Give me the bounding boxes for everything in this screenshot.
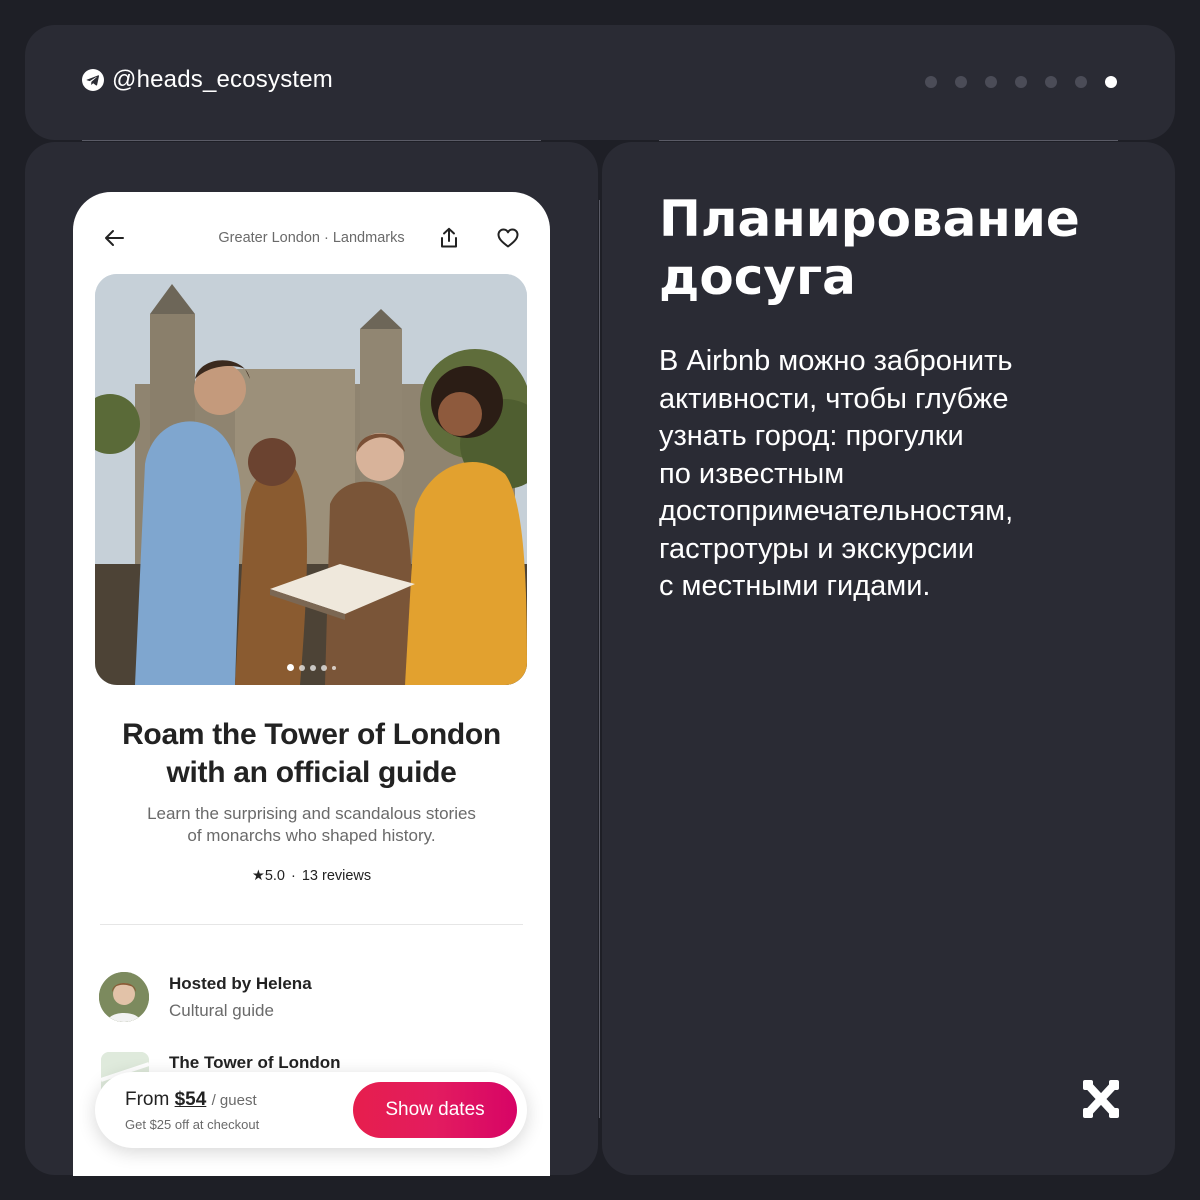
title-line-1: Roam the Tower of London (122, 718, 501, 751)
host-avatar[interactable] (99, 972, 149, 1022)
body-line: В Airbnb можно забронить (659, 345, 1013, 377)
host-portrait (99, 972, 149, 1022)
host-name[interactable]: Hosted by Helena (169, 974, 312, 994)
rating-separator: · (291, 868, 296, 884)
experience-title: Roam the Tower of London with an officia… (93, 716, 530, 792)
price-line: From $54 / guest (125, 1089, 257, 1111)
photo-dot[interactable] (286, 664, 294, 671)
show-dates-button[interactable]: Show dates (353, 1082, 517, 1138)
content-divider (100, 924, 523, 925)
body-line: гастротуры и экскурсии (659, 532, 975, 565)
pagination-dot[interactable] (1045, 76, 1057, 88)
heart-icon[interactable] (497, 228, 519, 248)
subtitle-line-1: Learn the surprising and scandalous stor… (147, 804, 476, 823)
body-line: с местными гидами. (659, 570, 931, 602)
subtitle-line-2: of monarchs who shaped history. (187, 826, 436, 845)
pagination-dots[interactable] (925, 76, 1117, 88)
divider-left (82, 140, 541, 141)
experience-photo[interactable] (95, 274, 527, 685)
body-line: активности, чтобы глубже (659, 382, 1009, 415)
heading-line-1: Планирование (659, 190, 1080, 248)
breadcrumb[interactable]: Greater London · Landmarks (73, 230, 550, 246)
brand-logo-icon (1083, 1080, 1119, 1118)
photo-dot[interactable] (309, 664, 316, 671)
pagination-dot[interactable] (955, 76, 967, 88)
photo-carousel-dots[interactable] (95, 664, 527, 671)
pagination-dot[interactable] (985, 76, 997, 88)
booking-bar: From $54 / guest Get $25 off at checkout… (95, 1072, 527, 1148)
price-unit: / guest (211, 1092, 257, 1109)
price-from-label: From (125, 1089, 170, 1110)
price-amount[interactable]: $54 (175, 1089, 207, 1110)
discount-note: Get $25 off at checkout (125, 1117, 260, 1132)
photo-dot[interactable] (331, 665, 336, 670)
channel-handle[interactable]: @heads_ecosystem (82, 66, 333, 94)
pagination-dot[interactable] (1015, 76, 1027, 88)
article-heading: Планирование досуга (659, 190, 1080, 306)
body-line: достопримечательностям, (659, 495, 1014, 527)
telegram-icon (82, 69, 104, 91)
handle-text: @heads_ecosystem (112, 66, 334, 93)
body-line: узнать город: прогулки (659, 420, 964, 452)
host-role: Cultural guide (169, 1001, 274, 1020)
pagination-dot[interactable] (925, 76, 937, 88)
heading-line-2: досуга (659, 248, 856, 306)
pagination-dot[interactable] (1075, 76, 1087, 88)
rating-row[interactable]: ★5.0 · 13 reviews (73, 868, 550, 884)
rating-score: ★5.0 (251, 868, 285, 884)
title-line-2: with an official guide (166, 756, 457, 789)
phone-mockup: Greater London · Landmarks Roam the Towe… (73, 192, 550, 1176)
tower-group-illustration (95, 274, 527, 685)
place-name[interactable]: The Tower of London (169, 1053, 341, 1073)
divider-right (659, 140, 1118, 141)
divider-vertical (599, 200, 600, 1118)
reviews-count: 13 reviews (301, 868, 372, 884)
phone-header: Greater London · Landmarks (73, 192, 550, 272)
photo-dot[interactable] (298, 664, 305, 671)
share-icon[interactable] (439, 227, 459, 249)
experience-subtitle: Learn the surprising and scandalous stor… (113, 803, 510, 847)
pagination-dot[interactable] (1105, 76, 1117, 88)
article-body: В Airbnb можно забронить активности, что… (659, 343, 1139, 606)
body-line: по известным (659, 457, 845, 490)
photo-dot[interactable] (320, 664, 327, 671)
